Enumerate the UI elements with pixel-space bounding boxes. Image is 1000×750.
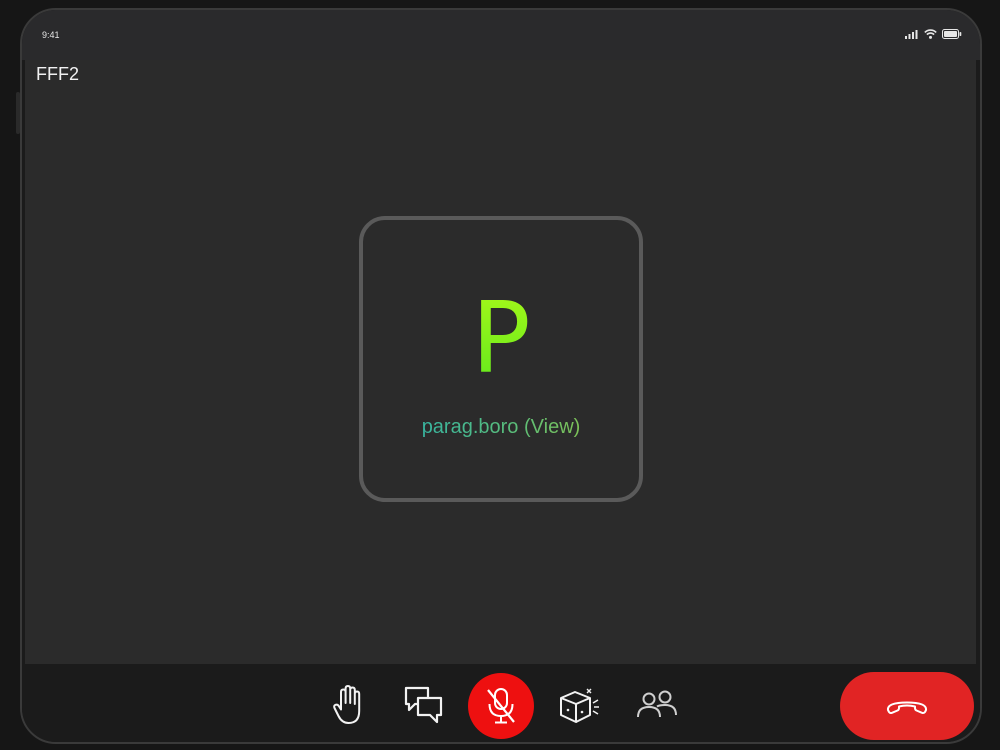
video-stage: FFF2 P parag.boro (View) xyxy=(25,60,976,664)
end-call-icon xyxy=(886,701,928,715)
participants-icon xyxy=(637,690,677,718)
status-bar: 9:41 xyxy=(22,10,980,60)
battery-icon xyxy=(942,29,962,39)
participant-avatar: P xyxy=(363,290,639,388)
participant-name: parag.boro (View) xyxy=(363,416,639,439)
participants-button[interactable] xyxy=(632,680,682,730)
chat-button[interactable] xyxy=(400,680,448,730)
status-time: 9:41 xyxy=(42,30,60,40)
raise-hand-icon xyxy=(333,685,361,724)
signal-icon xyxy=(905,29,918,39)
mic-off-icon xyxy=(487,688,515,724)
room-name: FFF2 xyxy=(36,64,79,84)
status-icons xyxy=(905,29,962,39)
mute-toggle-button[interactable] xyxy=(468,673,534,739)
tablet-frame: 9:41 FFF2 P parag.boro (View) xyxy=(20,8,982,744)
raise-hand-button[interactable] xyxy=(324,680,372,730)
wifi-icon xyxy=(924,29,937,39)
end-call-button[interactable] xyxy=(840,672,974,740)
3d-view-button[interactable] xyxy=(554,680,604,730)
participant-tile[interactable]: P parag.boro (View) xyxy=(359,216,643,502)
3d-view-icon xyxy=(560,688,599,723)
call-toolbar xyxy=(22,664,980,742)
chat-icon xyxy=(404,686,443,724)
